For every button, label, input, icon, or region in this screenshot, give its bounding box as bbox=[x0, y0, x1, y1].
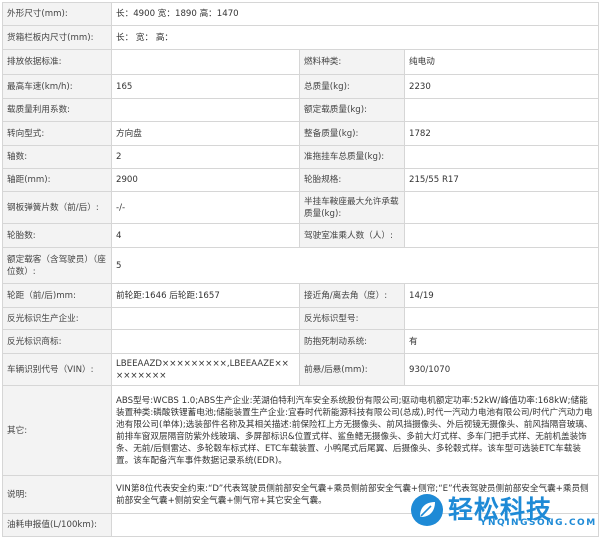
table-row: 钢板弹簧片数（前/后）: -/- 半挂车鞍座最大允许承载质量(kg): bbox=[2, 191, 600, 224]
label-reflector-maker: 反光标识生产企业: bbox=[2, 307, 112, 330]
value-gross-mass: 2230 bbox=[403, 74, 600, 99]
value-passenger-capacity: 5 bbox=[110, 247, 600, 284]
table-row: 油耗申报值(L/100km): bbox=[2, 513, 600, 537]
label-reflector-model: 反光标识型号: bbox=[299, 307, 405, 330]
label-notes: 说明: bbox=[2, 475, 112, 514]
label-axle-count: 轴数: bbox=[2, 145, 112, 169]
value-reflector-maker bbox=[111, 307, 300, 330]
label-wheelbase: 轴距(mm): bbox=[2, 168, 112, 192]
value-leaf-spring-count: -/- bbox=[111, 191, 300, 224]
label-trailer-mass: 准拖挂车总质量(kg): bbox=[299, 145, 405, 169]
label-gross-mass: 总质量(kg): bbox=[299, 74, 405, 99]
table-row: 外形尺寸(mm): 长：4900 宽：1890 高：1470 bbox=[2, 2, 600, 26]
label-fuel-type: 燃料种类: bbox=[299, 49, 405, 75]
table-row: 车辆识别代号（VIN）: LBEEAAZD×××××××××,LBEEAAZE×… bbox=[2, 353, 600, 386]
value-axle-count: 2 bbox=[111, 145, 300, 169]
value-fuel-type: 纯电动 bbox=[403, 49, 600, 75]
value-saddle-load bbox=[403, 191, 600, 224]
value-overhang: 930/1070 bbox=[403, 353, 600, 386]
label-tire-spec: 轮胎规格: bbox=[299, 168, 405, 192]
label-overhang: 前悬/后悬(mm): bbox=[299, 353, 405, 386]
table-row: 额定载客（含驾驶员）（座位数）: 5 bbox=[2, 247, 600, 284]
value-abs: 有 bbox=[403, 329, 600, 354]
spec-page: 外形尺寸(mm): 长：4900 宽：1890 高：1470 货箱栏板内尺寸(m… bbox=[0, 0, 600, 537]
spec-table: 外形尺寸(mm): 长：4900 宽：1890 高：1470 货箱栏板内尺寸(m… bbox=[2, 2, 600, 537]
label-fuel-consumption: 油耗申报值(L/100km): bbox=[2, 513, 112, 537]
value-fuel-consumption bbox=[110, 513, 600, 537]
table-row: 反光标识生产企业: 反光标识型号: bbox=[2, 307, 600, 330]
value-load-utilization bbox=[111, 98, 300, 122]
value-wheelbase: 2900 bbox=[111, 168, 300, 192]
value-reflector-model bbox=[403, 307, 600, 330]
value-rated-load bbox=[403, 98, 600, 122]
label-load-utilization: 载质量利用系数: bbox=[2, 98, 112, 122]
label-emission-standard: 排放依据标准: bbox=[2, 49, 112, 75]
table-row: 轮距（前/后)mm: 前轮距:1646 后轮距:1657 接近角/离去角（度）:… bbox=[2, 283, 600, 308]
table-row: 轮胎数: 4 驾驶室准乘人数（人）: bbox=[2, 223, 600, 248]
label-tire-count: 轮胎数: bbox=[2, 223, 112, 248]
label-cab-seating: 驾驶室准乘人数（人）: bbox=[299, 223, 405, 248]
table-row: 排放依据标准: 燃料种类: 纯电动 bbox=[2, 49, 600, 75]
value-steering-type: 方向盘 bbox=[111, 121, 300, 146]
label-curb-weight: 整备质量(kg): bbox=[299, 121, 405, 146]
table-row: 轴数: 2 准拖挂车总质量(kg): bbox=[2, 145, 600, 169]
table-row: 转向型式: 方向盘 整备质量(kg): 1782 bbox=[2, 121, 600, 146]
table-row: 轴距(mm): 2900 轮胎规格: 215/55 R17 bbox=[2, 168, 600, 192]
value-emission-standard bbox=[111, 49, 300, 75]
label-passenger-capacity: 额定载客（含驾驶员）（座位数）: bbox=[2, 247, 112, 284]
table-row: 最高车速(km/h): 165 总质量(kg): 2230 bbox=[2, 74, 600, 99]
value-notes: VIN第8位代表安全约束:“D”代表驾驶员侧前部安全气囊+乘员侧前部安全气囊+侧… bbox=[110, 475, 600, 514]
label-other: 其它: bbox=[2, 385, 112, 476]
value-max-speed: 165 bbox=[111, 74, 300, 99]
value-cargo-box-size: 长： 宽： 高： bbox=[110, 25, 600, 50]
label-leaf-spring-count: 钢板弹簧片数（前/后）: bbox=[2, 191, 112, 224]
label-max-speed: 最高车速(km/h): bbox=[2, 74, 112, 99]
value-curb-weight: 1782 bbox=[403, 121, 600, 146]
value-reflector-brand bbox=[111, 329, 300, 354]
value-approach-departure-angle: 14/19 bbox=[403, 283, 600, 308]
value-vin: LBEEAAZD×××××××××,LBEEAAZE××××××××× bbox=[111, 353, 300, 386]
value-other: ABS型号:WCBS 1.0;ABS生产企业:芜湖伯特利汽车安全系统股份有限公司… bbox=[110, 385, 600, 476]
label-vin: 车辆识别代号（VIN）: bbox=[2, 353, 112, 386]
table-row: 货箱栏板内尺寸(mm): 长： 宽： 高： bbox=[2, 25, 600, 50]
label-saddle-load: 半挂车鞍座最大允许承载质量(kg): bbox=[299, 191, 405, 224]
table-row: 说明: VIN第8位代表安全约束:“D”代表驾驶员侧前部安全气囊+乘员侧前部安全… bbox=[2, 475, 600, 514]
value-track-width: 前轮距:1646 后轮距:1657 bbox=[111, 283, 300, 308]
label-abs: 防抱死制动系统: bbox=[299, 329, 405, 354]
value-tire-spec: 215/55 R17 bbox=[403, 168, 600, 192]
label-cargo-box-size: 货箱栏板内尺寸(mm): bbox=[2, 25, 112, 50]
label-approach-departure-angle: 接近角/离去角（度）: bbox=[299, 283, 405, 308]
label-rated-load: 额定载质量(kg): bbox=[299, 98, 405, 122]
value-dimensions: 长：4900 宽：1890 高：1470 bbox=[110, 2, 600, 26]
label-steering-type: 转向型式: bbox=[2, 121, 112, 146]
value-trailer-mass bbox=[403, 145, 600, 169]
value-tire-count: 4 bbox=[111, 223, 300, 248]
table-row: 反光标识商标: 防抱死制动系统: 有 bbox=[2, 329, 600, 354]
value-cab-seating bbox=[403, 223, 600, 248]
table-row: 其它: ABS型号:WCBS 1.0;ABS生产企业:芜湖伯特利汽车安全系统股份… bbox=[2, 385, 600, 476]
table-row: 载质量利用系数: 额定载质量(kg): bbox=[2, 98, 600, 122]
label-track-width: 轮距（前/后)mm: bbox=[2, 283, 112, 308]
label-reflector-brand: 反光标识商标: bbox=[2, 329, 112, 354]
label-dimensions: 外形尺寸(mm): bbox=[2, 2, 112, 26]
